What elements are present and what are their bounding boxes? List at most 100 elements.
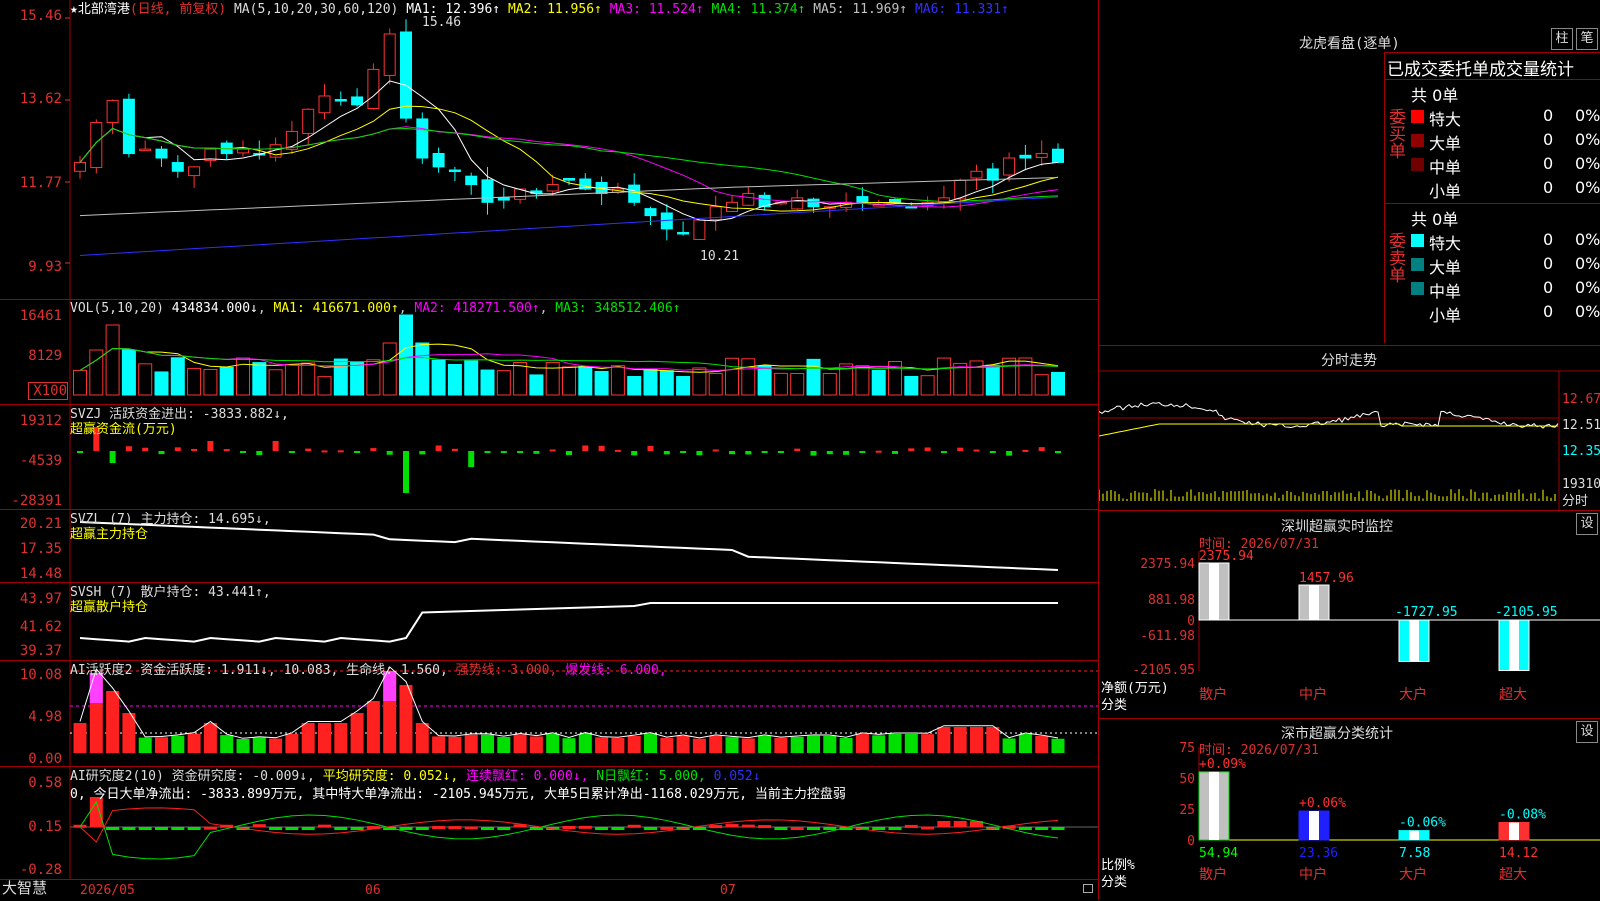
activity-bar: [415, 723, 429, 753]
candle-body: [563, 178, 575, 181]
flow-bar: [1038, 447, 1045, 451]
buy-section: 委买单 共 0单 特大 0 0% 大单 0 0% 中单 0 0% 小单 0 0%: [1385, 79, 1600, 204]
research-bar: [937, 821, 951, 827]
price-panel[interactable]: ★北部湾港(日线, 前复权) MA(5,10,20,30,60,120) MA1…: [0, 0, 1098, 300]
sz-ylabel: 净额(万元): [1101, 681, 1169, 696]
dragon-tiger-panel: 龙虎看盘(逐单) 柱 笔 已成交委托单成交量统计 委买单 共 0单 特大 0 0% 大…: [1098, 0, 1600, 345]
star-icon: ★: [70, 2, 78, 17]
activity-bar: [350, 713, 364, 753]
y-tick: 17.35: [19, 541, 62, 557]
volume-bar: [594, 370, 609, 396]
svzj-panel[interactable]: SVZJ 活跃资金进出: -3833.882↓, 超赢资金流(万元) 19312…: [0, 405, 1098, 510]
svzl-panel[interactable]: SVZL (7) 主力持仓: 14.695↓, 超赢主力持仓 20.21 17.…: [0, 510, 1098, 583]
candlestick-chart[interactable]: [0, 0, 1098, 300]
cls-bar-highlight: [1309, 811, 1319, 840]
cls-y-tick: 50: [1179, 772, 1195, 787]
research-bar: [921, 826, 935, 830]
flow-bar: [223, 449, 230, 452]
volume-bar: [464, 360, 479, 396]
y-tick: 10.08: [19, 667, 62, 683]
candle-body: [628, 184, 641, 203]
flow-bar: [859, 451, 866, 453]
volume-bar: [268, 369, 283, 396]
flow-bar: [989, 451, 996, 453]
activity-bar: [953, 727, 967, 753]
continuous-red: 连续飘红: 0.000↓,: [466, 769, 589, 784]
lock-icon[interactable]: [1083, 884, 1093, 893]
tick-mode-button[interactable]: 笔: [1576, 28, 1598, 50]
flow-bar: [288, 451, 295, 453]
activity-bar: [937, 727, 951, 753]
flow-bar: [1055, 451, 1061, 454]
y-unit-button[interactable]: X100: [28, 382, 68, 400]
flow-bar: [777, 451, 784, 454]
sz-class-panel[interactable]: 深市超赢分类统计 设 75 50 25 0 +0.09% 54.94 散户 +0.06% 23.…: [1098, 718, 1600, 900]
svsh-title: SVSH (7) 散户持仓: 43.441↑,: [70, 585, 271, 600]
class-ratio-bar-chart[interactable]: 75 50 25 0 +0.09% 54.94 散户 +0.06% 23.36 中户 -0.06% 7…: [1099, 719, 1600, 901]
activity-bar: [676, 735, 690, 753]
cls-value: 14.12: [1499, 846, 1538, 861]
activity-bar: [921, 734, 935, 753]
volume-bar: [284, 363, 299, 396]
research-bar: [611, 827, 625, 830]
cls-bar-highlight: [1209, 771, 1219, 840]
ma2-value: MA2: 11.956↑: [507, 2, 602, 17]
volume-bar: [708, 373, 723, 396]
bar-mode-button[interactable]: 柱: [1551, 28, 1573, 50]
activity-bar: [1002, 738, 1016, 753]
intraday-tick: 12.51: [1562, 418, 1600, 433]
flow-bar: [142, 447, 149, 451]
research-bar: [758, 825, 772, 829]
cls-change: -0.08%: [1499, 807, 1546, 822]
price-header: ★北部湾港(日线, 前复权) MA(5,10,20,30,60,120) MA1…: [70, 2, 1009, 17]
research-bar: [481, 827, 494, 830]
sz-monitor-panel[interactable]: 深圳超赢实时监控 设 2375.94 881.98 0 -611.98 -2105.95…: [1098, 510, 1600, 718]
y-tick: 0.15: [28, 819, 62, 835]
ma3-value: MA3: 11.524↑: [609, 2, 704, 17]
sz-net-bar-chart[interactable]: 2375.94881.980-611.98-2105.952375.94散户14…: [1099, 511, 1600, 719]
sz-y-tick: 0: [1187, 614, 1195, 629]
cls-y-tick: 75: [1179, 741, 1195, 756]
y-tick: 14.48: [19, 566, 62, 582]
buy-n: 0: [1543, 178, 1554, 197]
flow-bar: [794, 448, 801, 451]
activity-bar: [481, 734, 494, 753]
research-bar: [497, 827, 511, 830]
flow-bar: [386, 451, 393, 455]
volume-bar: [627, 376, 642, 396]
candle-body: [677, 231, 690, 235]
buy-swatch: [1411, 134, 1424, 147]
vol-ma1: MA1: 416671.000↑: [273, 301, 399, 316]
ai-activity-panel[interactable]: AI活跃度2 资金活跃度: 1.911↓, 10.083, 生命线: 1.560…: [0, 661, 1098, 767]
volume-bar: [904, 375, 919, 396]
activity-bar: [203, 723, 217, 753]
cls-change: +0.06%: [1299, 796, 1346, 811]
activity-bar: [660, 737, 674, 753]
svsh-panel[interactable]: SVSH (7) 散户持仓: 43.441↑, 超赢散户持仓 43.97 41.…: [0, 583, 1098, 661]
volume-bar: [431, 359, 446, 396]
research-bar: [285, 827, 299, 830]
research-bar: [1035, 827, 1049, 830]
high-price-label: 15.46: [422, 15, 462, 30]
candle-body: [122, 98, 135, 155]
flow-bar: [549, 449, 556, 452]
volume-bar: [773, 372, 788, 396]
volume-bar: [1002, 357, 1017, 396]
activity-bar: [171, 735, 185, 753]
y-tick: 19312: [19, 413, 62, 429]
research-bar: [562, 826, 576, 830]
sell-swatch: [1411, 258, 1424, 271]
intraday-panel[interactable]: 分时走势 12.67 12.51 12.35 19310 分时: [1098, 345, 1600, 511]
volume-panel[interactable]: VOL(5,10,20) 434834.000↓, MA1: 416671.00…: [0, 300, 1098, 405]
volume-bar: [301, 362, 316, 396]
ai-research-panel[interactable]: AI研究度2(10) 资金研究度: -0.009↓, 平均研究度: 0.052↓…: [0, 767, 1098, 880]
volume-bar: [105, 324, 120, 396]
sell-p: 0%: [1575, 302, 1600, 321]
ma5-value: MA5: 11.969↑: [813, 2, 908, 17]
flow-bar: [240, 451, 246, 453]
candle-body: [383, 33, 396, 76]
ai2-last: 0.052↓: [713, 769, 761, 784]
intraday-chart[interactable]: [1099, 346, 1600, 511]
activity-bar: [823, 735, 837, 753]
activity-bar: [73, 723, 87, 753]
